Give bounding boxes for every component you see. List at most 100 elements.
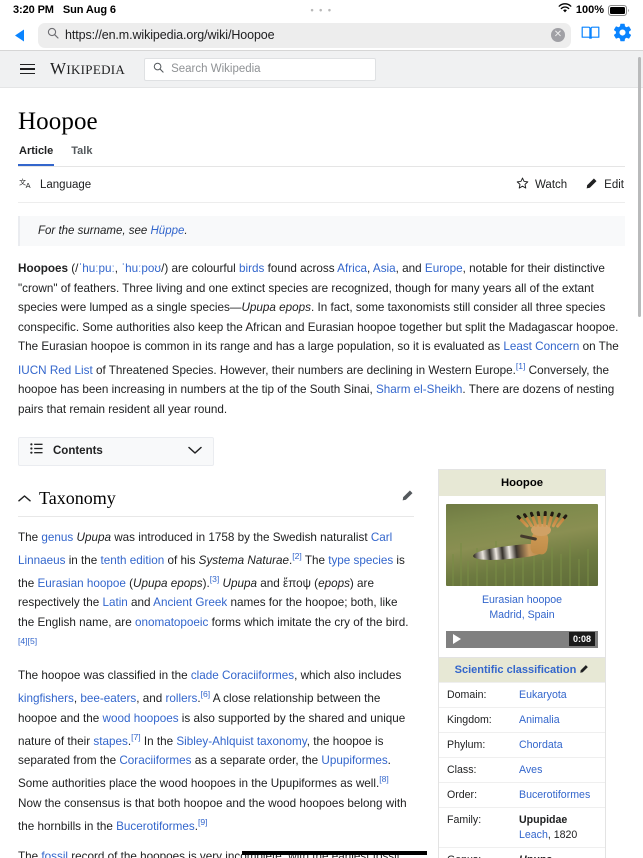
ref-8[interactable]: [8] (379, 774, 389, 784)
link-sibley-ahlquist[interactable]: Sibley-Ahlquist taxonomy (176, 735, 306, 748)
link-animalia[interactable]: Animalia (519, 714, 560, 726)
address-bar[interactable]: https://en.m.wikipedia.org/wiki/Hoopoe ✕ (38, 22, 571, 48)
pencil-icon[interactable] (579, 664, 589, 676)
ref-2[interactable]: [2] (292, 551, 302, 561)
link-africa[interactable]: Africa (337, 262, 367, 275)
lead-ipa-close: /) are colourful (161, 262, 240, 275)
status-bar-time: 3:20 PM (13, 4, 54, 16)
section-title-taxonomy: Taxonomy (39, 487, 116, 508)
link-onomatopoeic[interactable]: onomatopoeic (135, 616, 208, 629)
caption-link-species[interactable]: Eurasian hoopoe (444, 593, 600, 608)
link-latin[interactable]: Latin (102, 596, 127, 609)
ref-3[interactable]: [3] (210, 574, 220, 584)
link-eukaryota[interactable]: Eukaryota (519, 689, 567, 701)
link-rollers[interactable]: rollers (166, 692, 198, 705)
tp2-t8: In the (140, 734, 177, 748)
link-type-species[interactable]: type species (328, 554, 393, 567)
pencil-icon (585, 177, 598, 193)
tp1-t3: in the (65, 553, 101, 567)
wordmark-rest: IKIPEDIA (66, 62, 126, 77)
audio-duration: 0:08 (568, 632, 595, 647)
hoopoe-photo[interactable] (446, 503, 598, 586)
link-sharm-el-sheikh[interactable]: Sharm el-Sheikh (376, 383, 462, 396)
link-iucn-red-list[interactable]: IUCN Red List (18, 364, 93, 377)
language-button[interactable]: 文A Language (19, 177, 91, 193)
ref-4-5[interactable]: [4][5] (18, 636, 37, 646)
article-tools-right: Watch Edit (516, 177, 624, 193)
link-asia[interactable]: Asia (373, 262, 396, 275)
ref-9[interactable]: [9] (198, 817, 208, 827)
ipa-pron-2[interactable]: ˈhuːpoʊ (121, 262, 161, 275)
tp1-t9: ). (202, 577, 210, 591)
tp1-t2: was introduced in 1758 by the Swedish na… (110, 530, 371, 544)
link-tenth-edition[interactable]: tenth edition (101, 554, 165, 567)
lead-t1: found across (264, 262, 338, 275)
search-icon (47, 26, 59, 44)
lead-binomial: Upupa epops (241, 301, 312, 315)
link-chordata[interactable]: Chordata (519, 739, 563, 751)
ref-7[interactable]: [7] (131, 732, 141, 742)
link-leach[interactable]: Leach (519, 829, 548, 841)
hamburger-icon[interactable] (18, 61, 37, 78)
family-authority-year: , 1820 (547, 828, 578, 841)
wikipedia-wordmark[interactable]: WIKIPEDIA (50, 59, 125, 79)
content-columns: Taxonomy The genus Upupa was introduced … (18, 466, 625, 858)
caption-link-location[interactable]: Madrid, Spain (444, 608, 600, 623)
row-value: Aves (519, 764, 597, 776)
link-bucerotiformes-ib[interactable]: Bucerotiformes (519, 789, 590, 801)
tp1-t8: ( (125, 577, 134, 591)
play-icon[interactable] (453, 634, 461, 645)
wikipedia-header: WIKIPEDIA Search Wikipedia (0, 51, 643, 88)
ref-6[interactable]: [6] (201, 689, 211, 699)
link-stapes[interactable]: stapes (93, 735, 127, 748)
contents-toggle[interactable]: Contents (18, 436, 214, 466)
back-button[interactable] (6, 22, 32, 48)
bookmarks-button[interactable] (577, 22, 603, 48)
infobox-column: Hoopoe Eurasian hoopoe Madrid, Spain 0:0… (438, 466, 606, 858)
taxonomy-paragraph-1: The genus Upupa was introduced in 1758 b… (18, 528, 414, 655)
link-upupiformes[interactable]: Upupiformes (321, 754, 387, 767)
link-eurasian-hoopoe[interactable]: Eurasian hoopoe (38, 577, 126, 590)
settings-button[interactable] (609, 22, 635, 48)
infobox-audio: 0:08 (439, 630, 605, 657)
watch-button[interactable]: Watch (516, 177, 567, 193)
tab-article[interactable]: Article (18, 145, 55, 166)
link-kingfishers[interactable]: kingfishers (18, 692, 74, 705)
language-label: Language (40, 179, 92, 191)
link-ancient-greek[interactable]: Ancient Greek (153, 596, 227, 609)
search-input[interactable]: Search Wikipedia (144, 57, 377, 81)
row-key: Class: (447, 763, 477, 776)
article-container: Hoopoe Article Talk 文A Language Watch Ed… (0, 88, 643, 858)
chevron-up-icon[interactable] (18, 494, 31, 503)
tp1-t13: and (127, 596, 154, 610)
ref-1[interactable]: [1] (516, 361, 526, 371)
link-clade-coraciiformes[interactable]: clade Coraciiformes (191, 669, 294, 682)
link-least-concern[interactable]: Least Concern (503, 340, 579, 353)
scientific-classification-label[interactable]: Scientific classification (455, 664, 577, 676)
tp2-t10: as a separate order, the (191, 754, 322, 768)
link-wood-hoopoes[interactable]: wood hoopoes (103, 712, 179, 725)
link-birds[interactable]: birds (239, 262, 264, 275)
status-bar-date: Sun Aug 6 (62, 4, 116, 16)
page-scrollbar[interactable] (638, 57, 641, 317)
tab-talk[interactable]: Talk (70, 145, 93, 166)
link-bee-eaters[interactable]: bee-eaters (80, 692, 136, 705)
edit-button[interactable]: Edit (585, 177, 624, 193)
section-edit-taxonomy[interactable] (401, 489, 414, 507)
link-coraciiformes[interactable]: Coraciiformes (119, 754, 191, 767)
table-row: Kingdom: Animalia (439, 706, 605, 732)
link-europe[interactable]: Europe (425, 262, 463, 275)
link-fossil[interactable]: fossil (41, 850, 68, 858)
tp2-t12: Now the consensus is that both hoopoe an… (18, 796, 407, 833)
audio-player[interactable]: 0:08 (446, 630, 598, 648)
tp1-t6: The (301, 553, 329, 567)
article-tools-row: 文A Language Watch Edit (18, 167, 625, 203)
ipa-pron-1[interactable]: ˈhuːpuː (78, 262, 114, 275)
link-genus[interactable]: genus (41, 531, 73, 544)
lead-t6: on The (579, 340, 619, 354)
row-value: Chordata (519, 739, 597, 751)
hatnote-link[interactable]: Hüppe (151, 225, 185, 237)
link-aves[interactable]: Aves (519, 764, 542, 776)
clear-url-button[interactable]: ✕ (551, 28, 565, 42)
link-bucerotiformes[interactable]: Bucerotiformes (116, 820, 195, 833)
